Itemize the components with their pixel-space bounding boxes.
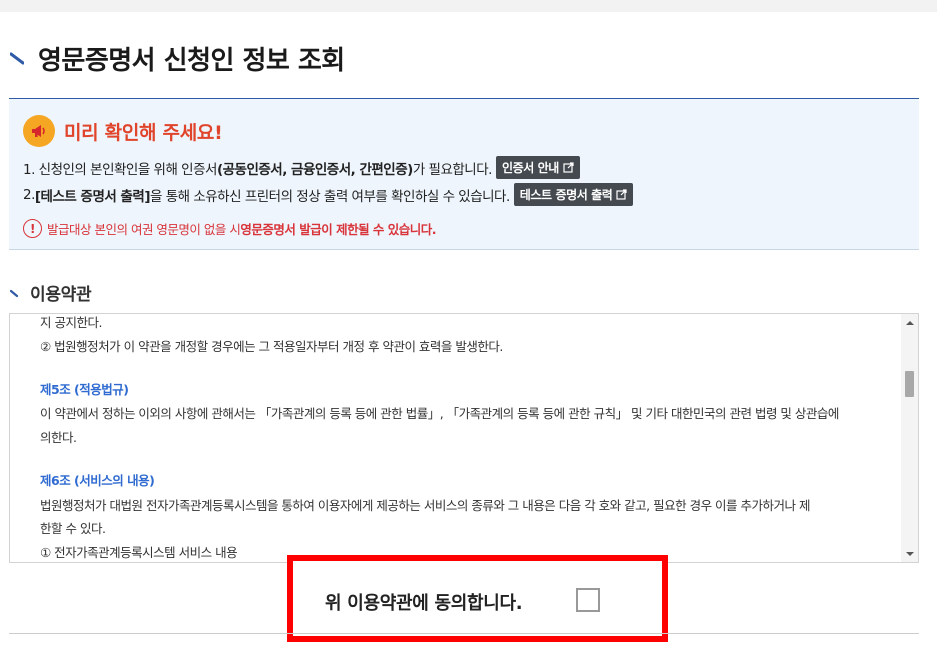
terms-line: 지 공지한다. [40, 315, 102, 330]
terms-line: ① 전자가족관계등록시스템 서비스 내용 [40, 545, 238, 560]
terms-article-heading: 제6조 (서비스의 내용) [40, 473, 155, 488]
agree-highlight-box: 위 이용약관에 동의합니다. [287, 555, 668, 642]
terms-scrollbar[interactable] [901, 314, 918, 562]
notice-title: 미리 확인해 주세요! [64, 121, 223, 144]
diagonal-stroke-icon [10, 289, 19, 297]
page-title: 영문증명서 신청인 정보 조회 [38, 45, 345, 76]
page-title-row: 영문증명서 신청인 정보 조회 [10, 38, 345, 78]
megaphone-icon [23, 115, 55, 147]
top-utility-bar [0, 0, 937, 12]
agree-label[interactable]: 위 이용약관에 동의합니다. [325, 589, 523, 615]
notice-line-certificate: 1. 신청인의 본인확인을 위해 인증서 (공동인증서, 금융인증서, 간편인증)… [23, 156, 580, 179]
diagonal-stroke-icon [10, 52, 24, 65]
arrow-up-icon[interactable] [901, 314, 918, 331]
external-link-icon [563, 162, 574, 173]
test-print-button[interactable]: 테스트 증명서 출력 [513, 183, 634, 206]
agree-checkbox[interactable] [576, 588, 600, 612]
notice-panel: 미리 확인해 주세요! 1. 신청인의 본인확인을 위해 인증서 (공동인증서, … [9, 98, 919, 250]
arrow-down-icon[interactable] [901, 545, 918, 562]
certificate-guide-button[interactable]: 인증서 안내 [495, 156, 580, 179]
terms-line: 의한다. [40, 430, 77, 445]
notice-header: 미리 확인해 주세요! [23, 115, 223, 147]
scrollbar-thumb[interactable] [905, 371, 914, 397]
terms-article-heading: 제5조 (적용법규) [40, 382, 129, 397]
bottom-divider [9, 633, 919, 634]
external-link-icon [616, 189, 628, 200]
exclamation-circle-icon: ! [23, 219, 42, 238]
terms-section-title-row: 이용약관 [10, 280, 92, 305]
terms-title: 이용약관 [30, 285, 92, 305]
terms-line: 이 약관에서 정하는 이외의 사항에 관해서는 「가족관계의 등록 등에 관한 … [40, 406, 839, 421]
terms-line: ② 법원행정처가 이 약관을 개정할 경우에는 그 적용일자부터 개정 후 약관… [40, 339, 503, 354]
notice-line-test-print: 2. [테스트 증명서 출력] 을 통해 소유하신 프린터의 정상 출력 여부를 … [23, 183, 634, 206]
notice-warning: ! 발급대상 본인의 여권 영문명이 없을 시 영문증명서 발급이 제한될 수 … [23, 219, 437, 238]
terms-line: 법원행정처가 대법원 전자가족관계등록시스템을 통하여 이용자에게 제공하는 서… [40, 498, 811, 513]
terms-line: 한할 수 있다. [40, 521, 106, 536]
terms-scroll-box[interactable]: 지 공지한다. ② 법원행정처가 이 약관을 개정할 경우에는 그 적용일자부터… [9, 313, 919, 563]
